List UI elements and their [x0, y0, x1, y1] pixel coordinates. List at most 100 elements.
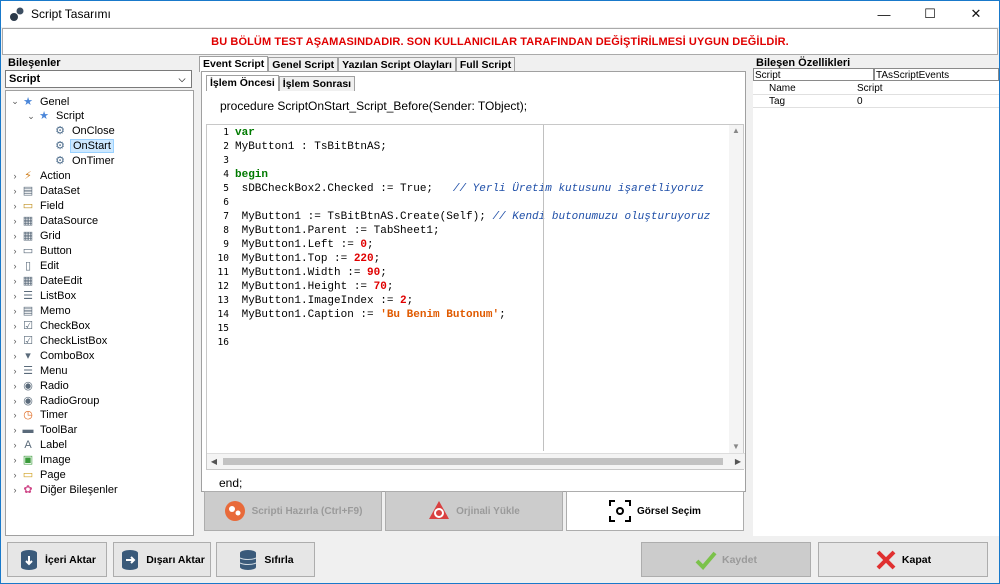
components-tree[interactable]: ⌄ ★ Genel ⌄ ★ Script ⚙ OnClose ⚙ OnStart ⚙ OnTimer ›…: [5, 90, 194, 536]
tree-item-page[interactable]: › ▭ Page: [10, 468, 68, 483]
line-number: 8: [223, 225, 229, 236]
tree-item-label: ToolBar: [40, 424, 78, 437]
chevron-right-icon[interactable]: ›: [10, 381, 20, 391]
chevron-right-icon[interactable]: ›: [10, 231, 20, 241]
tab-full-script[interactable]: Full Script: [455, 57, 516, 72]
reset-button[interactable]: Sıfırla: [216, 542, 315, 577]
import-button[interactable]: İçeri Aktar: [7, 542, 107, 577]
property-value[interactable]: 0: [857, 95, 999, 108]
tree-item-di-er-bile-enler[interactable]: › ✿ Diğer Bileşenler: [10, 483, 120, 498]
tree-item-action[interactable]: › ⚡ Action: [10, 169, 73, 184]
tree-item-label: Button: [40, 245, 72, 257]
horizontal-scrollbar[interactable]: ◀ ▶: [207, 453, 745, 469]
tree-item-checkbox[interactable]: › ☑ CheckBox: [10, 318, 92, 333]
phase-tabs: İşlem Öncesi İşlem Sonrası: [206, 75, 356, 91]
vertical-scrollbar[interactable]: ▲ ▼: [729, 125, 743, 453]
tree-item-onstart[interactable]: ⚙ OnStart: [42, 139, 114, 154]
chevron-right-icon[interactable]: ›: [10, 351, 20, 361]
chevron-right-icon[interactable]: ›: [10, 455, 20, 465]
save-button[interactable]: Kaydet: [641, 542, 811, 577]
chevron-right-icon[interactable]: ›: [10, 440, 20, 450]
import-label: İçeri Aktar: [45, 553, 96, 566]
tree-item-timer[interactable]: › ◷ Timer: [10, 408, 70, 423]
chevron-down-icon[interactable]: ⌄: [26, 111, 36, 122]
right-margin-line: [543, 125, 544, 451]
code-number: 90: [367, 267, 381, 279]
code-editor[interactable]: 1 2 3 4 5 6 7 8 9 10 11 12 13 14 15 16 var MyButton1 : T…: [206, 124, 745, 470]
tree-item-combobox[interactable]: › ▾ ComboBox: [10, 348, 96, 363]
tab-event-script[interactable]: Event Script: [199, 56, 269, 72]
horizontal-scroll-thumb[interactable]: [223, 458, 723, 465]
chevron-right-icon[interactable]: ›: [10, 246, 20, 256]
visual-select-button[interactable]: Görsel Seçim: [566, 491, 744, 531]
tree-item-toolbar[interactable]: › ▬ ToolBar: [10, 423, 79, 438]
restore-original-button[interactable]: Orjinali Yükle: [385, 491, 563, 531]
chevron-right-icon[interactable]: ›: [10, 171, 20, 181]
code-line: MyButton1.Parent := TabSheet1;: [235, 224, 440, 238]
chevron-right-icon[interactable]: ›: [10, 485, 20, 495]
code-line: var: [235, 126, 255, 140]
tab-genel-script[interactable]: Genel Script: [268, 57, 339, 72]
tree-item-image[interactable]: › ▣ Image: [10, 453, 73, 468]
close-window-button[interactable]: ✕: [953, 1, 999, 27]
property-row[interactable]: Tag 0: [753, 95, 999, 108]
tab-after-process[interactable]: İşlem Sonrası: [278, 76, 356, 91]
tree-item-dateedit[interactable]: › ▦ DateEdit: [10, 273, 84, 288]
tree-item-radiogroup[interactable]: › ◉ RadioGroup: [10, 393, 101, 408]
code-number: 2: [400, 295, 407, 307]
chevron-right-icon[interactable]: ›: [10, 366, 20, 376]
chevron-right-icon[interactable]: ›: [10, 186, 20, 196]
tree-item-dataset[interactable]: › ▤ DataSet: [10, 184, 82, 199]
tree-item-checklistbox[interactable]: › ☑ CheckListBox: [10, 333, 109, 348]
scroll-left-arrow-icon[interactable]: ◀: [207, 454, 221, 470]
code-text[interactable]: var MyButton1 : TsBitBtnAS; begin sDBCheck…: [233, 125, 721, 445]
tree-item-radio[interactable]: › ◉ Radio: [10, 378, 71, 393]
tree-item-label[interactable]: › A Label: [10, 438, 69, 453]
minimize-button[interactable]: —: [861, 1, 907, 27]
tab-before-process[interactable]: İşlem Öncesi: [206, 75, 279, 91]
prepare-script-button[interactable]: Scripti Hazırla (Ctrl+F9): [204, 491, 382, 531]
tree-item-script[interactable]: ⌄ ★ Script: [26, 109, 86, 124]
export-button[interactable]: Dışarı Aktar: [113, 542, 211, 577]
chevron-right-icon[interactable]: ›: [10, 470, 20, 480]
scroll-up-arrow-icon[interactable]: ▲: [729, 125, 743, 137]
property-value[interactable]: Script: [857, 82, 999, 95]
tree-item-grid[interactable]: › ▦ Grid: [10, 229, 63, 244]
tree-item-button[interactable]: › ▭ Button: [10, 244, 74, 259]
tree-item-genel[interactable]: ⌄ ★ Genel: [10, 94, 71, 109]
tree-item-edit[interactable]: › ▯ Edit: [10, 258, 61, 273]
tree-item-onclose[interactable]: ⚙ OnClose: [42, 124, 117, 139]
tree-item-ontimer[interactable]: ⚙ OnTimer: [42, 154, 116, 169]
chevron-right-icon[interactable]: ›: [10, 425, 20, 435]
tree-item-label: Radio: [40, 379, 69, 392]
chevron-right-icon[interactable]: ›: [10, 261, 20, 271]
tree-item-listbox[interactable]: › ☰ ListBox: [10, 288, 78, 303]
tree-item-menu[interactable]: › ☰ Menu: [10, 363, 70, 378]
chevron-right-icon[interactable]: ›: [10, 336, 20, 346]
chevron-right-icon[interactable]: ›: [10, 216, 20, 226]
chevron-right-icon[interactable]: ›: [10, 276, 20, 286]
property-row[interactable]: Name Script: [753, 82, 999, 95]
chevron-right-icon[interactable]: ›: [10, 396, 20, 406]
component-type-select[interactable]: Script ⌵: [5, 70, 192, 88]
maximize-button[interactable]: ☐: [907, 1, 953, 27]
tree-item-datasource[interactable]: › ▦ DataSource: [10, 214, 100, 229]
chevron-right-icon[interactable]: ›: [10, 201, 20, 211]
combobox-icon: ▾: [25, 349, 31, 362]
tree-item-field[interactable]: › ▭ Field: [10, 199, 66, 214]
chevron-right-icon[interactable]: ›: [10, 291, 20, 301]
chevron-right-icon[interactable]: ›: [10, 306, 20, 316]
chevron-right-icon[interactable]: ›: [10, 321, 20, 331]
tab-yazılan-script-olayları[interactable]: Yazılan Script Olayları: [338, 57, 456, 72]
properties-grid[interactable]: Script TAsScriptEvents Name Script Tag 0: [753, 68, 999, 536]
chevron-down-icon[interactable]: ⌵: [175, 71, 189, 87]
timer-icon: ◷: [23, 409, 33, 422]
scroll-right-arrow-icon[interactable]: ▶: [731, 454, 745, 470]
tree-item-memo[interactable]: › ▤ Memo: [10, 303, 73, 318]
tree-item-label: Timer: [40, 409, 68, 422]
app-icon: [10, 7, 24, 21]
chevron-right-icon[interactable]: ›: [10, 410, 20, 420]
close-button[interactable]: Kapat: [818, 542, 988, 577]
chevron-down-icon[interactable]: ⌄: [10, 96, 20, 107]
scroll-down-arrow-icon[interactable]: ▼: [729, 441, 743, 453]
